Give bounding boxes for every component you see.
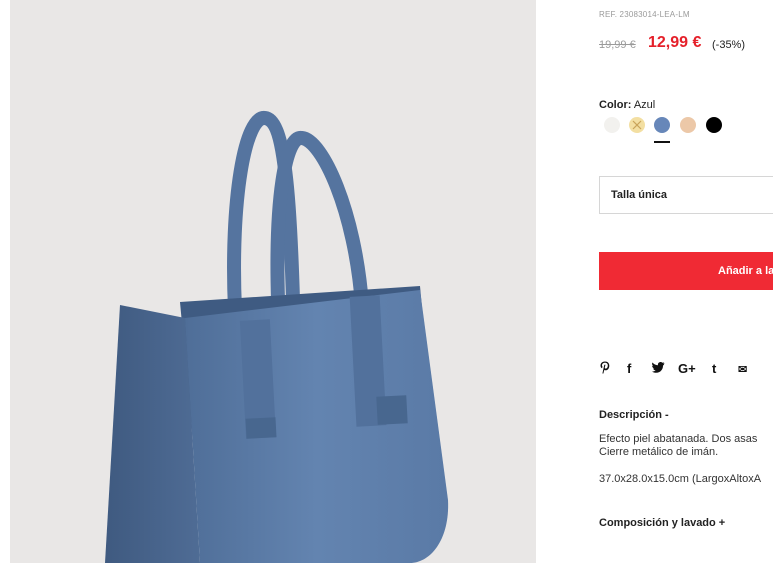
description-line: Cierre metálico de imán.	[599, 446, 719, 458]
color-swatch-yellow[interactable]	[629, 117, 645, 133]
email-icon[interactable]: ✉	[738, 363, 747, 376]
tumblr-icon[interactable]: t	[712, 361, 716, 376]
twitter-icon[interactable]	[652, 361, 665, 376]
add-to-cart-label: Añadir a la	[718, 265, 773, 277]
color-swatch-black[interactable]	[706, 117, 722, 133]
color-label: Color: Azul	[599, 99, 655, 111]
add-to-cart-button[interactable]: Añadir a la	[599, 252, 773, 290]
color-value: Azul	[633, 99, 656, 111]
product-reference: REF. 23083014-LEA-LM	[599, 10, 690, 19]
dimensions-text: 37.0x28.0x15.0cm (LargoxAltoxA	[599, 473, 762, 485]
size-label: Talla única	[611, 189, 668, 201]
description-text: Efecto piel abatanada. Dos asas Cierre m…	[599, 433, 757, 459]
selected-color-indicator	[654, 141, 670, 143]
facebook-icon[interactable]: f	[627, 361, 631, 376]
description-heading[interactable]: Descripción -	[599, 409, 669, 421]
google-plus-icon[interactable]: G+	[678, 361, 696, 376]
size-selector[interactable]: Talla única	[599, 176, 773, 214]
product-info-panel: REF. 23083014-LEA-LM 19,99 € 12,99 € (-3…	[0, 0, 773, 563]
description-line: Efecto piel abatanada. Dos asas	[599, 433, 758, 445]
composition-heading[interactable]: Composición y lavado +	[599, 517, 725, 529]
discount-badge: (-35%)	[712, 39, 746, 51]
color-swatch-blue[interactable]	[654, 117, 670, 133]
color-swatch-beige[interactable]	[680, 117, 696, 133]
original-price: 19,99 €	[599, 39, 636, 51]
color-label-prefix: Color:	[599, 99, 632, 111]
sale-price: 12,99 €	[648, 34, 702, 51]
color-swatch-white[interactable]	[604, 117, 620, 133]
unavailable-cross-icon	[632, 120, 642, 130]
pinterest-icon[interactable]	[600, 361, 610, 377]
